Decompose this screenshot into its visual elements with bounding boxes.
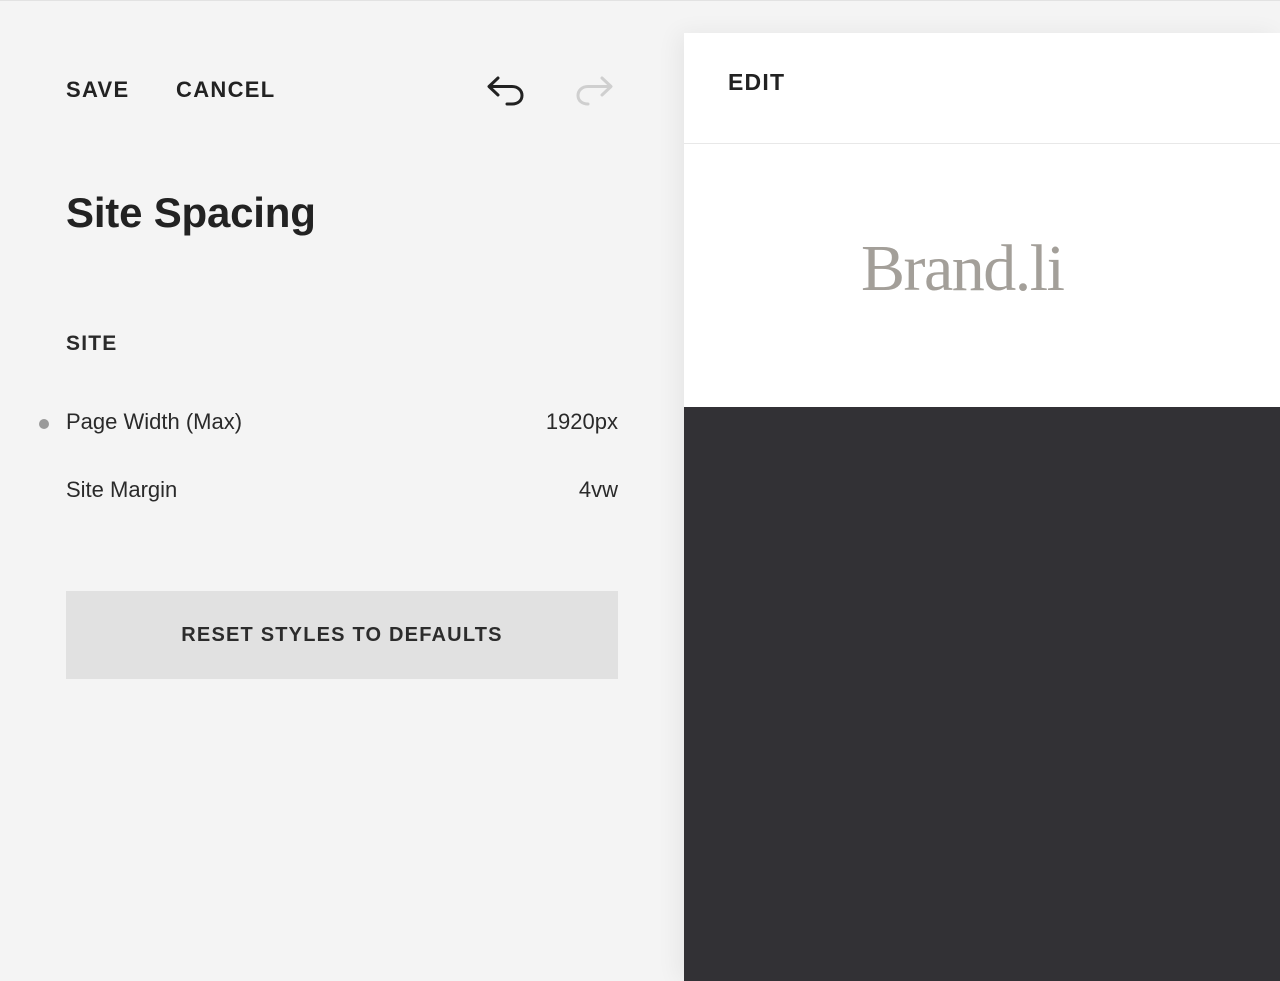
edit-button[interactable]: EDIT — [728, 69, 785, 96]
undo-button[interactable] — [486, 71, 526, 109]
cancel-button[interactable]: CANCEL — [176, 71, 275, 109]
redo-button[interactable] — [574, 71, 614, 109]
save-button[interactable]: SAVE — [66, 71, 129, 109]
redo-icon — [576, 76, 613, 106]
style-editor-panel: SAVE CANCEL Site Spacing SITE Page Width… — [0, 1, 684, 981]
setting-row-page-width[interactable]: Page Width (Max) 1920px — [66, 405, 618, 439]
setting-row-site-margin[interactable]: Site Margin 4vw — [66, 473, 618, 507]
undo-icon — [487, 76, 524, 106]
dark-content-section — [684, 407, 1280, 981]
site-preview: EDIT Brand.li — [684, 33, 1280, 981]
modified-indicator-dot — [39, 419, 49, 429]
site-header: Brand.li — [684, 144, 1280, 407]
section-label-site: SITE — [66, 332, 118, 355]
preview-toolbar: EDIT — [684, 33, 1280, 144]
setting-value: 4vw — [578, 477, 618, 502]
setting-value: 1920px — [545, 409, 618, 434]
page-title: Site Spacing — [66, 189, 316, 236]
setting-label: Page Width (Max) — [66, 409, 243, 434]
site-logo[interactable]: Brand.li — [861, 236, 1065, 302]
reset-styles-button[interactable]: RESET STYLES TO DEFAULTS — [66, 591, 618, 679]
editor-toolbar: SAVE CANCEL — [66, 71, 618, 109]
setting-label: Site Margin — [66, 477, 178, 502]
